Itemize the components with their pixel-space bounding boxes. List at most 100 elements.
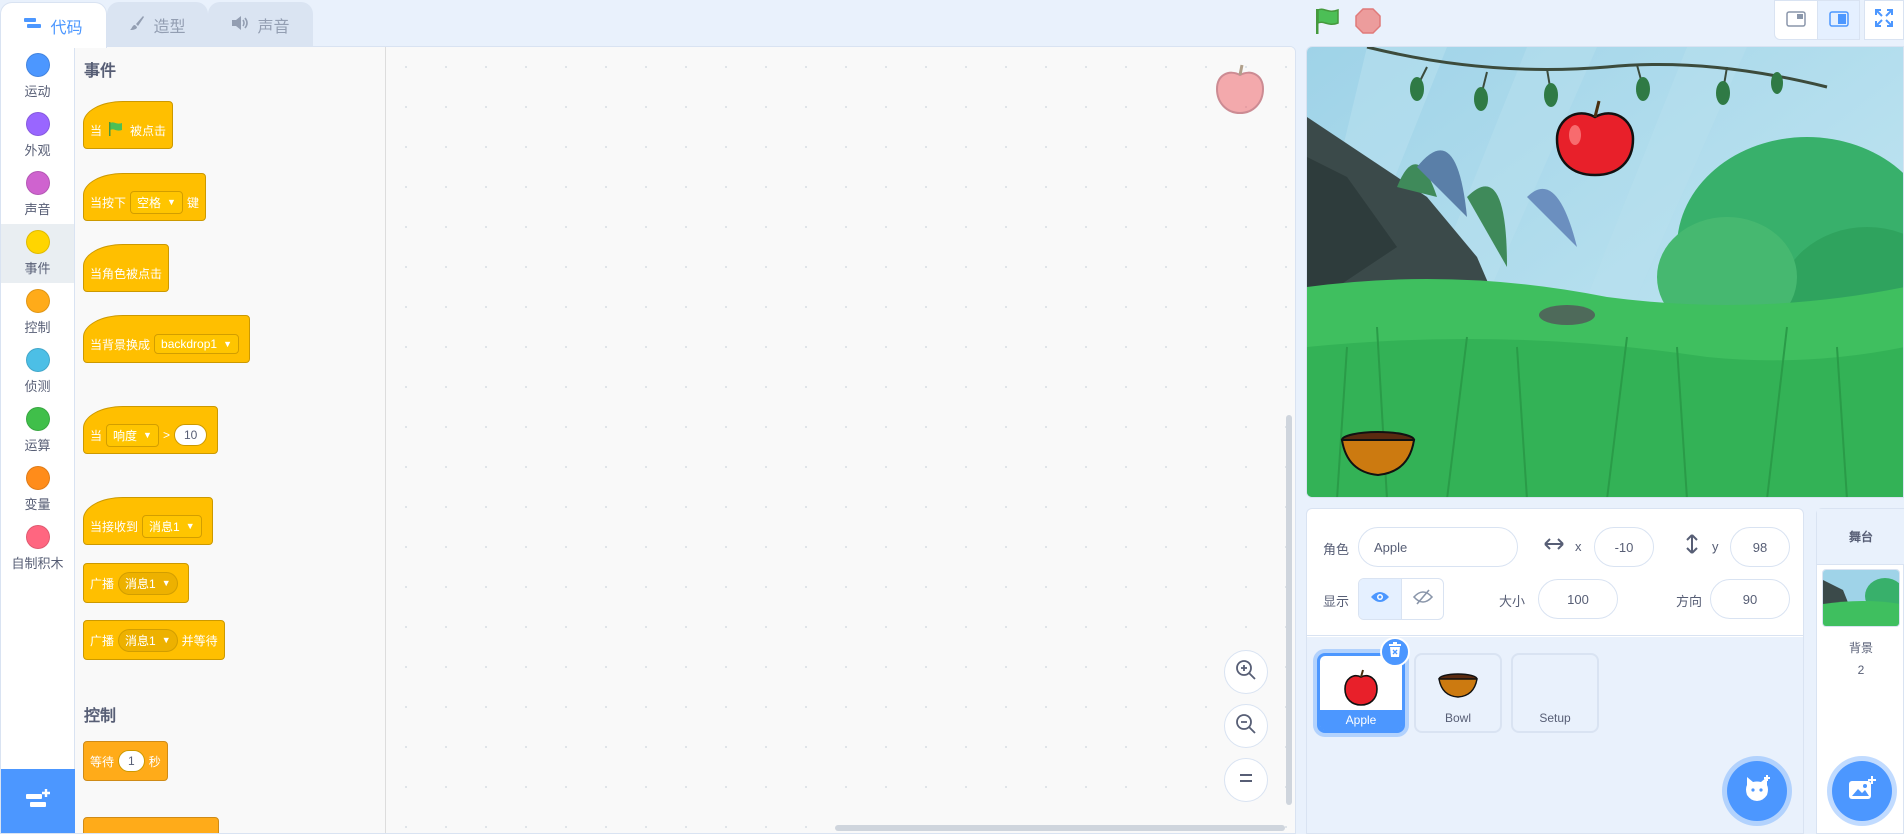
tab-sounds-label: 声音 [257,19,290,36]
direction-input[interactable]: 90 [1710,579,1790,619]
script-area[interactable] [386,47,1295,833]
dropdown-value: 消息1 [149,519,180,534]
show-sprite-button[interactable] [1359,579,1401,619]
dropdown-arrow-icon: ▼ [161,635,171,645]
message-dropdown[interactable]: 消息1 ▼ [118,628,178,652]
zoom-reset-icon [1236,768,1256,793]
events-dot-icon [25,230,50,254]
y-position-input[interactable]: 98 [1730,527,1790,567]
y-arrows-icon [1685,533,1699,558]
block-when-key-pressed[interactable]: 当按下 空格 ▼ 键 [83,173,206,221]
sprite-tile-bowl[interactable]: Bowl [1414,653,1502,733]
section-title-control: 控制 [84,708,117,725]
stage-canvas[interactable] [1306,46,1904,498]
tab-costumes[interactable]: 造型 [107,2,208,47]
block-broadcast[interactable]: 广播 消息1 ▼ [83,563,189,603]
operators-dot-icon [25,407,50,431]
trash-icon [1388,641,1402,663]
category-operators[interactable]: 运算 [1,401,74,460]
green-flag-icon[interactable] [1312,6,1342,36]
category-label: 外观 [24,143,51,158]
loudness-dropdown[interactable]: 响度 ▼ [106,423,159,447]
block-wait[interactable]: 等待 1 秒 [83,741,168,781]
category-sensing[interactable]: 侦测 [1,342,74,401]
backdrops-count: 2 [1857,663,1865,677]
sensing-dot-icon [25,348,50,372]
zoom-out-button[interactable] [1224,704,1268,748]
hide-sprite-button[interactable] [1401,579,1443,619]
block-text: 当背景换成 [90,337,151,352]
dropdown-arrow-icon: ▼ [185,521,195,531]
category-label: 运算 [24,438,51,453]
code-editor: 运动 外观 声音 事件 控制 侦测 运算 变量 自制积木 事件 当 被点击 当按… [0,46,1296,834]
block-text: 当 [90,123,103,138]
block-text: 键 [186,195,199,210]
motion-dot-icon [25,53,50,77]
category-label: 控制 [24,320,51,335]
block-text: 广播 [90,576,115,591]
category-label: 自制积木 [11,556,64,571]
block-repeat-partial[interactable] [83,817,219,833]
block-text: 广播 [90,633,115,648]
variables-dot-icon [25,466,50,490]
y-label: y [1712,539,1719,554]
sprite-name-label: 角色 [1323,542,1350,557]
current-sprite-apple-icon [1211,61,1269,119]
add-sprite-button[interactable] [1727,761,1787,821]
key-dropdown[interactable]: 空格 ▼ [130,190,183,214]
script-area-horizontal-scrollbar[interactable] [835,825,1285,831]
block-when-receive[interactable]: 当接收到 消息1 ▼ [83,497,213,545]
script-area-vertical-scrollbar[interactable] [1286,415,1292,805]
add-backdrop-button[interactable] [1832,761,1892,821]
tab-costumes-label: 造型 [153,19,186,36]
x-arrows-icon [1543,537,1565,554]
block-when-loudness[interactable]: 当 响度 ▼ > 10 [83,406,219,454]
wait-seconds-input[interactable]: 1 [118,750,145,772]
dropdown-arrow-icon: ▼ [143,430,152,440]
dropdown-arrow-icon: ▼ [167,197,176,207]
dropdown-value: 消息1 [125,633,156,648]
category-events[interactable]: 事件 [1,224,74,283]
paintbrush-icon [129,15,145,36]
tab-sounds[interactable]: 声音 [208,2,313,47]
tab-code[interactable]: 代码 [0,2,107,48]
category-my-blocks[interactable]: 自制积木 [1,519,74,578]
block-text: 当接收到 [90,519,139,534]
x-position-input[interactable]: -10 [1594,527,1654,567]
sprite-name: Setup [1539,711,1571,725]
small-stage-button[interactable] [1775,1,1817,39]
block-when-flag-clicked[interactable]: 当 被点击 [83,101,174,149]
block-broadcast-and-wait[interactable]: 广播 消息1 ▼ 并等待 [83,620,225,660]
sprite-name: Apple [1320,710,1402,730]
sound-dot-icon [25,171,50,195]
delete-sprite-button[interactable] [1380,637,1410,667]
category-motion[interactable]: 运动 [1,47,74,106]
my-blocks-dot-icon [25,525,50,549]
category-looks[interactable]: 外观 [1,106,74,165]
fullscreen-icon [1875,8,1893,32]
fullscreen-button[interactable] [1864,0,1904,40]
sprite-tile-setup[interactable]: Setup [1511,653,1599,733]
large-stage-button[interactable] [1817,1,1859,39]
stop-icon[interactable] [1354,7,1382,35]
block-when-sprite-clicked[interactable]: 当角色被点击 [83,244,170,292]
sprite-properties: 角色 Apple x -10 y 98 显示 大小 100 方向 90 [1307,509,1803,636]
zoom-reset-button[interactable] [1224,758,1268,802]
category-control[interactable]: 控制 [1,283,74,342]
block-when-backdrop-switches[interactable]: 当背景换成 backdrop1 ▼ [83,315,250,363]
add-extension-button[interactable] [1,769,75,833]
size-input[interactable]: 100 [1538,579,1618,619]
speaker-icon [231,15,249,36]
sprite-name-input[interactable]: Apple [1358,527,1518,567]
category-variables[interactable]: 变量 [1,460,74,519]
sprite-name: Bowl [1444,711,1471,725]
section-title-events: 事件 [84,63,117,80]
loudness-input[interactable]: 10 [173,424,208,446]
backdrop-dropdown[interactable]: backdrop1 ▼ [154,334,239,354]
message-dropdown[interactable]: 消息1 ▼ [118,571,178,595]
category-sound[interactable]: 声音 [1,165,74,224]
zoom-in-button[interactable] [1224,650,1268,694]
category-label: 事件 [24,261,51,276]
code-icon [24,16,42,35]
message-dropdown[interactable]: 消息1 ▼ [142,514,202,538]
